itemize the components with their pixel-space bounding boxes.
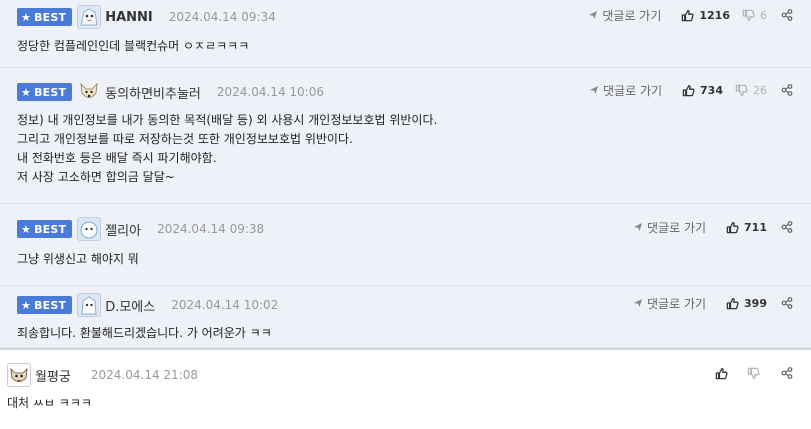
- comment-header: ★ BEST 동의하면비추눌러 2024.04.14 10:06 댓글로 가기 7…: [10, 75, 801, 103]
- downvote-button[interactable]: [747, 367, 765, 380]
- nickname[interactable]: 월평궁: [35, 366, 71, 385]
- more-share-button[interactable]: [781, 9, 793, 21]
- star-icon: ★: [21, 10, 32, 24]
- avatar[interactable]: [7, 363, 31, 387]
- comment-date: 2024.04.14 10:02: [171, 298, 279, 312]
- downvote-count: 6: [760, 8, 767, 22]
- upvote-count: 399: [744, 296, 767, 310]
- downvote-button[interactable]: 6: [742, 9, 767, 22]
- comment-text: 정당한 컴플레인인데 블랙컨슈머 ㅇㅈㄹㅋㅋㅋ: [17, 39, 250, 53]
- downvote-count: 26: [753, 83, 767, 97]
- avatar[interactable]: [77, 5, 102, 29]
- upvote-button[interactable]: 711: [726, 221, 767, 234]
- upvote-count: 711: [744, 220, 767, 234]
- comment-date: 2024.04.14 10:06: [216, 85, 324, 99]
- downvote-button[interactable]: 26: [735, 84, 767, 97]
- reply-link[interactable]: 댓글로 가기: [633, 295, 706, 312]
- reply-link[interactable]: 댓글로 가기: [588, 7, 661, 24]
- best-badge: ★ BEST: [17, 296, 73, 314]
- more-share-icon: [781, 297, 793, 309]
- more-share-button[interactable]: [781, 297, 793, 309]
- nickname[interactable]: 젤리아: [105, 220, 141, 239]
- more-share-button[interactable]: [781, 84, 793, 96]
- thumbs-down-icon: [735, 84, 748, 97]
- reply-arrow-icon: [589, 85, 599, 95]
- best-badge: ★ BEST: [17, 83, 73, 101]
- thumbs-down-icon: [747, 367, 760, 380]
- thumbs-up-icon: [726, 297, 739, 310]
- comment-text: 대처 ㅆㅂ ㅋㅋㅋ: [7, 396, 92, 410]
- more-share-icon: [781, 9, 793, 21]
- comment-date: 2024.04.14 09:34: [168, 10, 276, 24]
- more-share-icon: [781, 367, 793, 379]
- upvote-button[interactable]: 1216: [681, 9, 730, 22]
- thumbs-up-icon: [726, 221, 739, 234]
- more-share-button[interactable]: [781, 221, 793, 233]
- thumbs-up-icon: [715, 367, 728, 380]
- reply-link[interactable]: 댓글로 가기: [589, 82, 662, 99]
- comment-header: ★ BEST 젤리아 2024.04.14 09:38 댓글로 가기 711: [10, 212, 801, 241]
- best-badge: ★ BEST: [17, 220, 73, 238]
- comment-item: 월평궁 2024.04.14 21:08 대처 ㅆㅂ ㅋㅋㅋ: [0, 348, 811, 426]
- comment-item: ★ BEST 젤리아 2024.04.14 09:38 댓글로 가기 711 그냥…: [0, 204, 811, 286]
- thumbs-up-icon: [681, 9, 694, 22]
- upvote-button[interactable]: 399: [726, 297, 767, 310]
- upvote-button[interactable]: 734: [682, 84, 723, 97]
- star-icon: ★: [21, 222, 32, 236]
- nickname[interactable]: HANNI: [105, 10, 153, 25]
- upvote-count: 734: [700, 83, 723, 97]
- avatar[interactable]: [77, 80, 101, 104]
- comment-date: 2024.04.14 09:38: [157, 222, 265, 236]
- avatar[interactable]: [77, 293, 102, 317]
- more-share-icon: [781, 84, 793, 96]
- comment-text: 그냥 위생신고 해야지 뭐: [17, 252, 139, 266]
- comment-header: ★ BEST HANNI 2024.04.14 09:34 댓글로 가기 1216…: [10, 0, 801, 29]
- upvote-count: 1216: [699, 8, 730, 22]
- reply-arrow-icon: [588, 10, 598, 20]
- star-icon: ★: [21, 298, 32, 312]
- thumbs-down-icon: [742, 9, 755, 22]
- more-share-button[interactable]: [781, 367, 793, 379]
- comment-item: ★ BEST HANNI 2024.04.14 09:34 댓글로 가기 1216…: [0, 0, 811, 68]
- avatar[interactable]: [77, 217, 102, 241]
- comment-list: ★ BEST HANNI 2024.04.14 09:34 댓글로 가기 1216…: [0, 0, 811, 426]
- reply-link[interactable]: 댓글로 가기: [633, 219, 706, 236]
- thumbs-up-icon: [682, 84, 695, 97]
- comment-item: ★ BEST 동의하면비추눌러 2024.04.14 10:06 댓글로 가기 7…: [0, 68, 811, 204]
- reply-arrow-icon: [633, 298, 643, 308]
- best-badge: ★ BEST: [17, 8, 73, 26]
- comment-text: 정보) 내 개인정보를 내가 동의한 목적(배달 등) 외 사용시 개인정보보호…: [17, 113, 438, 184]
- upvote-button[interactable]: [715, 367, 733, 380]
- comment-date: 2024.04.14 21:08: [90, 368, 198, 382]
- comment-header: 월평궁 2024.04.14 21:08: [7, 358, 801, 387]
- more-share-icon: [781, 221, 793, 233]
- reply-arrow-icon: [633, 222, 643, 232]
- nickname[interactable]: D.모에스: [105, 296, 155, 315]
- comment-header: ★ BEST D.모에스 2024.04.14 10:02 댓글로 가기 399: [10, 288, 801, 317]
- nickname[interactable]: 동의하면비추눌러: [105, 83, 201, 102]
- comment-item: ★ BEST D.모에스 2024.04.14 10:02 댓글로 가기 399 …: [0, 286, 811, 348]
- star-icon: ★: [21, 85, 32, 99]
